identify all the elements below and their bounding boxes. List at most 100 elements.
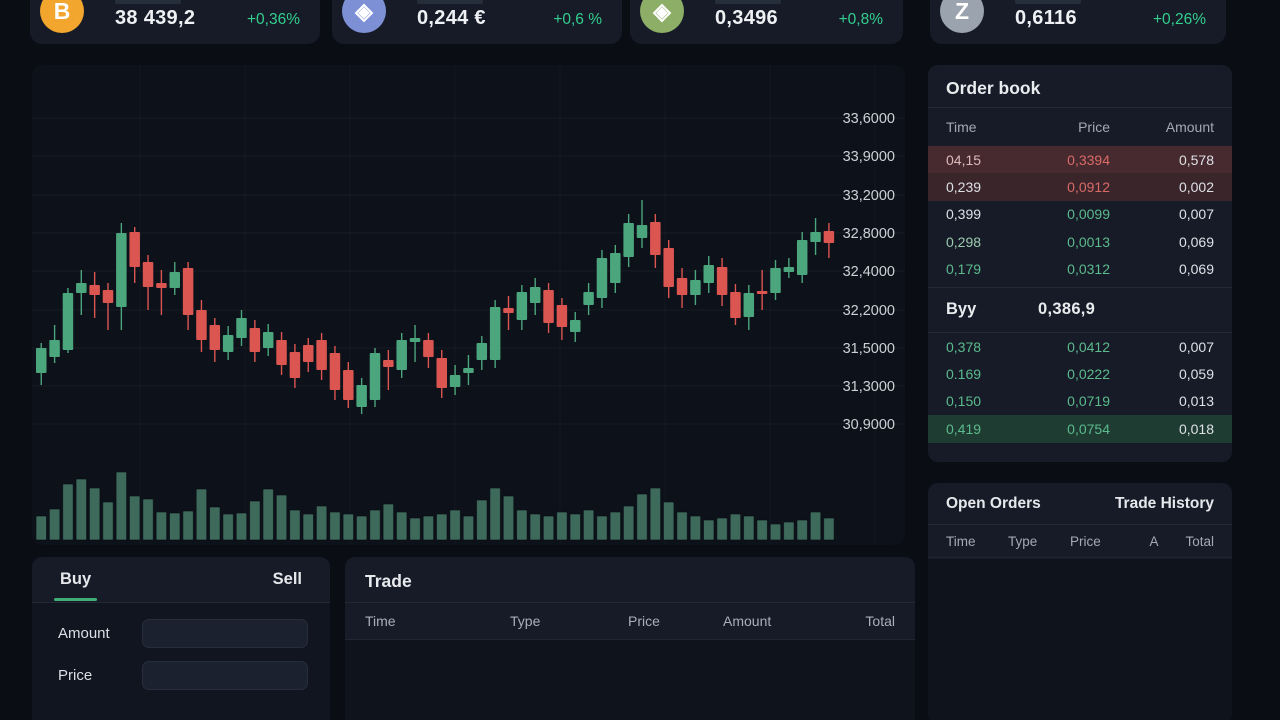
tab-buy[interactable]: Buy	[58, 558, 93, 601]
orders-tabs: Open Orders Trade History	[928, 483, 1232, 525]
trade-empty-body	[345, 640, 915, 720]
ticker-card[interactable]: Z 0,6116 +0,26%	[930, 0, 1226, 44]
y-axis-tick: 33,9000	[843, 149, 895, 165]
ticker-label-stub	[417, 0, 483, 4]
candles	[36, 200, 834, 414]
row-amount: 0,002	[1136, 179, 1214, 195]
z-coin-icon: Z	[940, 0, 984, 33]
row-time: 0,298	[946, 234, 1038, 250]
tab-sell[interactable]: Sell	[271, 558, 304, 601]
price-input[interactable]	[142, 661, 308, 690]
row-price: 0,0912	[1038, 179, 1136, 195]
header-amount-truncated: A	[1132, 534, 1176, 549]
header-time: Time	[946, 534, 1008, 549]
order-book-row[interactable]: 0.169 0,0222 0,059	[928, 360, 1232, 387]
header-price: Price	[628, 613, 723, 629]
row-amount: 0,007	[1136, 206, 1214, 222]
ticker-change-badge: +0,36%	[247, 11, 300, 29]
row-time: 0,179	[946, 261, 1038, 277]
tab-open-orders[interactable]: Open Orders	[946, 495, 1041, 513]
row-time: 0.169	[946, 366, 1038, 382]
row-price: 0,0099	[1038, 206, 1136, 222]
ticker-price: 0,6116	[1015, 7, 1077, 30]
gem-blue-coin-icon: ◈	[342, 0, 386, 33]
ticker-card[interactable]: ◈ 0,3496 +0,8%	[630, 0, 903, 44]
ticker-change-badge: +0,6 %	[553, 11, 602, 29]
amount-label: Amount	[58, 625, 142, 642]
trade-form-panel: Buy Sell Amount Price	[32, 557, 330, 720]
row-amount: 0,578	[1136, 152, 1214, 168]
volume-bars	[36, 472, 834, 540]
header-price: Price	[1070, 534, 1132, 549]
row-amount: 0,007	[1136, 339, 1214, 355]
order-book-row[interactable]: 0,239 0,0912 0,002	[928, 173, 1232, 200]
order-book-row[interactable]: 0,399 0,0099 0,007	[928, 201, 1232, 228]
mid-price-label: Byy	[946, 300, 1038, 319]
orders-empty-body	[928, 559, 1232, 720]
trade-form-body: Amount Price	[32, 603, 330, 720]
y-axis-tick: 30,9000	[843, 417, 895, 433]
order-book-row[interactable]: 0,378 0,0412 0,007	[928, 333, 1232, 360]
row-price: 0,0013	[1038, 234, 1136, 250]
y-axis-labels: 33,600033,900033,200032,800032,400032,20…	[843, 111, 895, 433]
price-label: Price	[58, 667, 142, 684]
row-price: 0,3394	[1038, 152, 1136, 168]
ticker-label-stub	[715, 0, 781, 4]
trade-form-tabs: Buy Sell	[32, 557, 330, 603]
candlestick-chart[interactable]: 33,600033,900033,200032,800032,400032,20…	[32, 65, 905, 545]
mid-price-value: 0,386,9	[1038, 300, 1095, 319]
y-axis-tick: 32,2000	[843, 303, 895, 319]
order-book-row[interactable]: 04,15 0,3394 0,578	[928, 146, 1232, 173]
trade-headers: Time Type Price Amount Total	[345, 603, 915, 640]
order-book-row[interactable]: 0,419 0,0754 0,018	[928, 415, 1232, 442]
row-price: 0,0412	[1038, 339, 1136, 355]
row-amount: 0,013	[1136, 393, 1214, 409]
y-axis-tick: 32,8000	[843, 226, 895, 242]
header-time: Time	[946, 119, 1038, 135]
ticker-change-badge: +0,26%	[1153, 11, 1206, 29]
header-total: Total	[1176, 534, 1214, 549]
open-orders-panel: Open Orders Trade History Time Type Pric…	[928, 483, 1232, 720]
order-book-title: Order book	[928, 65, 1232, 108]
sell-rows: 04,15 0,3394 0,578 0,239 0,0912 0,002 0,…	[928, 146, 1232, 283]
bitcoin-icon: B	[40, 0, 84, 33]
tab-trade-history[interactable]: Trade History	[1115, 495, 1214, 513]
header-time: Time	[365, 613, 510, 629]
row-time: 0,378	[946, 339, 1038, 355]
trading-dashboard: B 38 439,2 +0,36% ◈ 0,244 € +0,6 % ◈ 0,3…	[0, 0, 1280, 720]
grid-lines	[32, 65, 905, 545]
orders-headers: Time Type Price A Total	[928, 525, 1232, 558]
order-book-row[interactable]: 0,150 0,0719 0,013	[928, 388, 1232, 415]
ticker-card[interactable]: ◈ 0,244 € +0,6 %	[332, 0, 622, 44]
trade-title: Trade	[345, 557, 915, 603]
row-price: 0,0312	[1038, 261, 1136, 277]
ticker-label-stub	[1015, 0, 1081, 4]
order-book-row[interactable]: 0,179 0,0312 0,069	[928, 256, 1232, 283]
row-price: 0,0719	[1038, 393, 1136, 409]
ticker-card[interactable]: B 38 439,2 +0,36%	[30, 0, 320, 44]
header-amount: Amount	[1136, 119, 1214, 135]
ticker-price: 38 439,2	[115, 7, 195, 30]
buy-rows: 0,378 0,0412 0,007 0.169 0,0222 0,059 0,…	[928, 333, 1232, 443]
header-amount: Amount	[723, 613, 833, 629]
ticker-price: 0,244 €	[417, 7, 486, 30]
header-total: Total	[833, 613, 895, 629]
row-amount: 0,069	[1136, 234, 1214, 250]
y-axis-tick: 33,6000	[843, 111, 895, 127]
ticker-change-badge: +0,8%	[839, 11, 883, 29]
row-price: 0,0754	[1038, 421, 1136, 437]
price-chart-panel[interactable]: 33,600033,900033,200032,800032,400032,20…	[32, 65, 905, 545]
row-price: 0,0222	[1038, 366, 1136, 382]
y-axis-tick: 33,2000	[843, 188, 895, 204]
trade-panel: Trade Time Type Price Amount Total	[345, 557, 915, 720]
row-time: 0,239	[946, 179, 1038, 195]
amount-input[interactable]	[142, 619, 308, 648]
row-time: 0,150	[946, 393, 1038, 409]
row-amount: 0,069	[1136, 261, 1214, 277]
gem-green-coin-icon: ◈	[640, 0, 684, 33]
header-type: Type	[510, 613, 628, 629]
order-book-row[interactable]: 0,298 0,0013 0,069	[928, 228, 1232, 255]
y-axis-tick: 31,3000	[843, 379, 895, 395]
y-axis-tick: 31,5000	[843, 341, 895, 357]
ticker-label-stub	[115, 0, 181, 4]
